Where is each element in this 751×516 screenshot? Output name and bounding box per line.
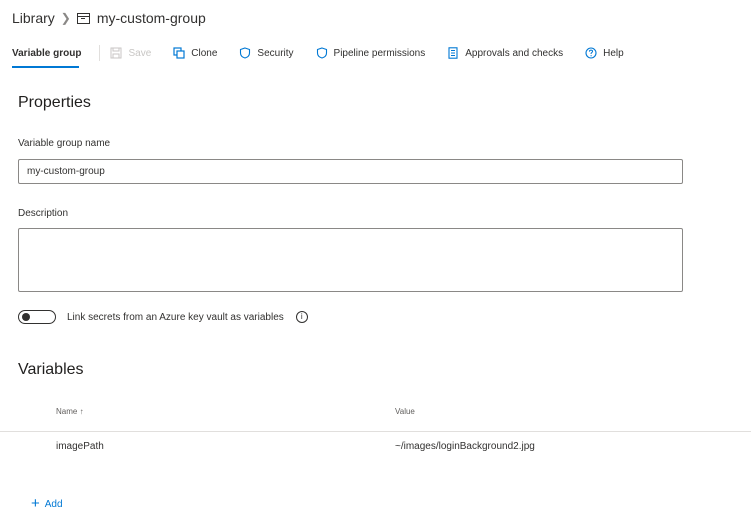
description-textarea[interactable] [18, 228, 683, 292]
add-variable-button[interactable]: + Add [31, 495, 63, 512]
clone-button[interactable]: Clone [173, 47, 217, 59]
approvals-and-checks-button-label: Approvals and checks [465, 47, 564, 59]
chevron-right-icon: ❯ [60, 11, 71, 25]
shield-icon [240, 47, 251, 59]
breadcrumb: Library ❯ my-custom-group [12, 8, 206, 28]
help-icon [585, 47, 597, 59]
library-icon [76, 12, 90, 24]
toggle-knob [22, 313, 30, 321]
clone-icon [173, 47, 185, 59]
table-row[interactable]: imagePath ~/images/loginBackground2.jpg [0, 433, 751, 461]
add-variable-label: Add [44, 498, 63, 510]
clone-button-label: Clone [191, 47, 218, 59]
column-header-name[interactable]: Name ↑ [56, 407, 84, 416]
link-secrets-toggle[interactable] [18, 310, 56, 324]
help-button[interactable]: Help [585, 47, 624, 59]
save-button-label: Save [128, 47, 152, 59]
properties-heading: Properties [18, 94, 91, 111]
save-icon [110, 47, 122, 59]
approvals-and-checks-button[interactable]: Approvals and checks [447, 47, 563, 59]
variable-value-cell[interactable]: ~/images/loginBackground2.jpg [395, 441, 535, 452]
plus-icon: + [31, 495, 40, 512]
variables-table-header: Name ↑ Value [0, 402, 751, 432]
tab-variable-group-label: Variable group [12, 47, 82, 59]
variable-group-name-label: Variable group name [18, 138, 111, 149]
column-header-value: Value [395, 407, 415, 416]
description-label: Description [18, 208, 69, 219]
save-button[interactable]: Save [110, 47, 151, 59]
tab-variable-group[interactable]: Variable group [0, 38, 93, 68]
breadcrumb-current: my-custom-group [96, 10, 206, 26]
pipeline-permissions-button-label: Pipeline permissions [333, 47, 426, 59]
checklist-icon [448, 47, 458, 59]
info-icon[interactable]: i [295, 311, 308, 323]
help-button-label: Help [603, 47, 624, 59]
variable-group-name-input[interactable]: my-custom-group [18, 159, 683, 184]
security-button-label: Security [257, 47, 294, 59]
pipeline-permissions-button[interactable]: Pipeline permissions [316, 47, 426, 59]
toolbar: Variable group Save Clone Security Pipel… [0, 38, 751, 68]
security-button[interactable]: Security [239, 47, 294, 59]
breadcrumb-library-link[interactable]: Library [12, 10, 55, 26]
variable-name-cell[interactable]: imagePath [56, 441, 104, 452]
link-secrets-label: Link secrets from an Azure key vault as … [67, 311, 284, 323]
variables-heading: Variables [18, 361, 84, 378]
toolbar-divider [99, 45, 101, 61]
link-secrets-row: Link secrets from an Azure key vault as … [18, 310, 308, 324]
shield-icon [316, 47, 327, 59]
